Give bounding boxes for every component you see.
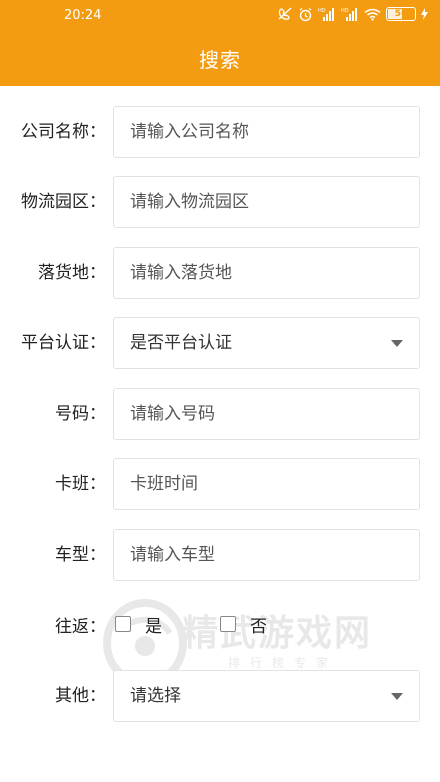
hd-signal-icon: HD xyxy=(341,6,359,22)
status-time: 20:24 xyxy=(64,8,102,23)
company-name-input[interactable] xyxy=(130,107,390,157)
alarm-icon xyxy=(298,6,313,22)
number-input[interactable] xyxy=(130,389,390,439)
vehicle-type-input[interactable] xyxy=(130,530,390,580)
other-select-value: 请选择 xyxy=(130,686,181,706)
schedule-field-box[interactable] xyxy=(113,458,420,510)
number-row: 号码： xyxy=(0,388,440,440)
other-row: 其他： 请选择 xyxy=(0,670,440,722)
other-label: 其他： xyxy=(55,686,106,706)
battery-icon: 56 xyxy=(386,7,416,21)
no-call-icon xyxy=(277,6,293,22)
round-trip-label: 往返： xyxy=(55,617,106,637)
vehicle-label: 车型： xyxy=(55,545,106,565)
round-trip-yes-label[interactable]: 是 xyxy=(145,601,162,653)
chevron-down-icon xyxy=(391,340,403,347)
vehicle-row: 车型： xyxy=(0,529,440,581)
certified-select[interactable]: 是否平台认证 xyxy=(113,317,420,369)
destination-field-box[interactable] xyxy=(113,247,420,299)
certified-label: 平台认证： xyxy=(21,333,106,353)
schedule-row: 卡班： xyxy=(0,458,440,510)
round-trip-no-label[interactable]: 否 xyxy=(250,601,267,653)
company-label: 公司名称： xyxy=(21,122,106,142)
schedule-label: 卡班： xyxy=(55,474,106,494)
number-field-box[interactable] xyxy=(113,388,420,440)
round-trip-row: 往返： 是 否 xyxy=(0,601,440,653)
schedule-time-input[interactable] xyxy=(130,459,390,509)
watermark-subtext: 排行榜专家 xyxy=(228,656,339,670)
park-row: 物流园区： xyxy=(0,176,440,228)
certified-select-value: 是否平台认证 xyxy=(130,333,232,353)
status-bar: 20:24 HD HD 56 xyxy=(0,0,440,30)
battery-percent: 56 xyxy=(394,9,408,19)
destination-input[interactable] xyxy=(130,248,390,298)
hd-signal-icon: HD xyxy=(318,6,336,22)
app-header: 20:24 HD HD 56 搜索 xyxy=(0,0,440,86)
svg-text:HD: HD xyxy=(341,8,349,14)
park-field-box[interactable] xyxy=(113,176,420,228)
round-trip-no-checkbox[interactable] xyxy=(220,616,236,632)
number-label: 号码： xyxy=(55,404,106,424)
destination-label: 落货地： xyxy=(38,263,106,283)
wifi-icon xyxy=(364,6,381,22)
company-field-box[interactable] xyxy=(113,106,420,158)
park-label: 物流园区： xyxy=(21,192,106,212)
page-title: 搜索 xyxy=(199,48,241,72)
company-row: 公司名称： xyxy=(0,106,440,158)
svg-text:HD: HD xyxy=(318,8,326,14)
logistics-park-input[interactable] xyxy=(130,177,390,227)
vehicle-field-box[interactable] xyxy=(113,529,420,581)
certified-row: 平台认证： 是否平台认证 xyxy=(0,317,440,369)
other-select[interactable]: 请选择 xyxy=(113,670,420,722)
chevron-down-icon xyxy=(391,693,403,700)
charging-icon xyxy=(421,6,428,22)
destination-row: 落货地： xyxy=(0,247,440,299)
round-trip-yes-checkbox[interactable] xyxy=(115,616,131,632)
status-icons: HD HD 56 xyxy=(277,6,428,22)
